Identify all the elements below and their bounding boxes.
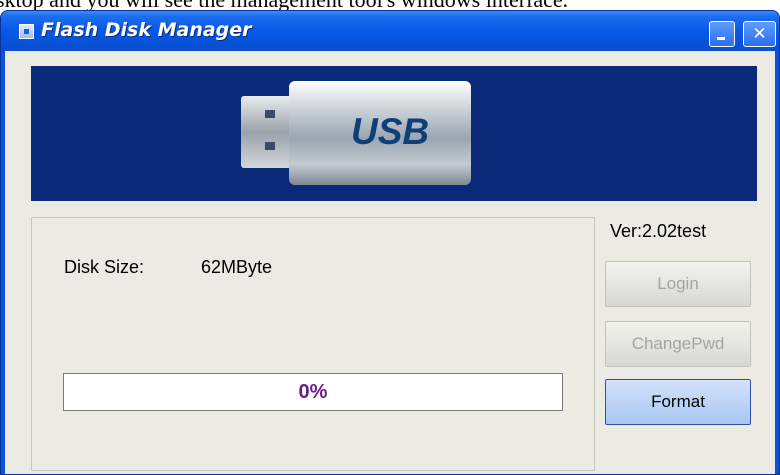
disk-info-panel — [31, 217, 595, 471]
usb-logo-text: USB — [351, 111, 430, 152]
change-password-button[interactable]: ChangePwd — [605, 321, 751, 367]
progress-percent: 0% — [298, 381, 328, 403]
title-bar[interactable]: Flash Disk Manager ✕ — [1, 11, 779, 51]
client-area: USB Disk Size: 62MByte 0% Ver:2.02test L… — [5, 51, 775, 474]
app-window: Flash Disk Manager ✕ USB Disk Size: 62MB… — [0, 10, 780, 475]
disk-size-label: Disk Size: — [64, 257, 145, 277]
app-menu-icon[interactable] — [19, 24, 34, 39]
minimize-icon — [717, 37, 725, 40]
disk-size-value: 62MByte — [201, 257, 273, 277]
login-button[interactable]: Login — [605, 261, 751, 307]
format-button[interactable]: Format — [605, 379, 751, 425]
usb-banner: USB — [31, 66, 757, 201]
version-label: Ver:2.02test — [610, 221, 707, 241]
usb-drive-icon: USB — [289, 81, 471, 185]
window-title: Flash Disk Manager — [41, 19, 252, 41]
caption-strip: sktop and you will see the management to… — [0, 0, 780, 10]
close-button[interactable]: ✕ — [743, 21, 776, 47]
caption-text: sktop and you will see the management to… — [0, 0, 568, 10]
format-progress-bar: 0% — [63, 373, 563, 411]
minimize-button[interactable] — [709, 21, 735, 47]
close-icon: ✕ — [752, 24, 767, 44]
